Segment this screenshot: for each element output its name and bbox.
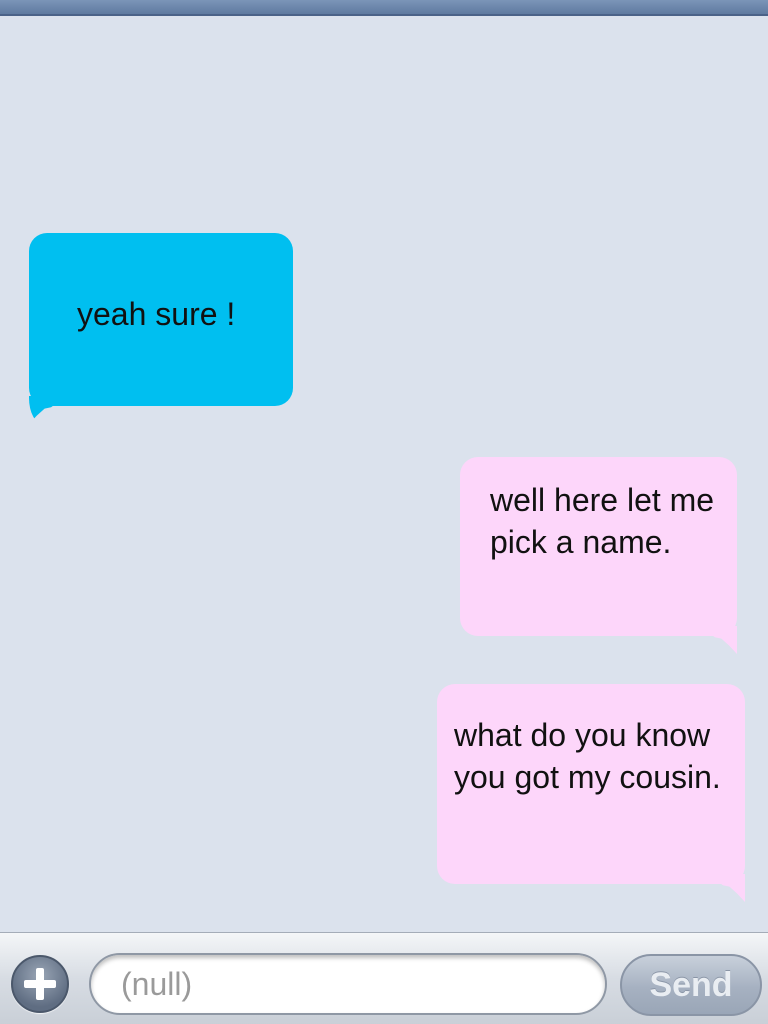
bubble-tail <box>711 626 737 654</box>
incoming-message-bubble[interactable]: yeah sure ! <box>29 233 293 424</box>
messages-screen: yeah sure ! well here let me pick a name… <box>0 0 768 1024</box>
message-text: well here let me pick a name. <box>490 482 715 560</box>
outgoing-message-bubble[interactable]: what do you know you got my cousin. <box>437 684 745 902</box>
send-button[interactable]: Send <box>620 954 762 1016</box>
outgoing-message-bubble[interactable]: well here let me pick a name. <box>460 457 737 654</box>
bubble-tail <box>29 396 55 424</box>
message-input-bar: Send <box>0 932 768 1024</box>
top-bar <box>0 0 768 16</box>
bubble-tail <box>719 874 745 902</box>
add-attachment-button[interactable] <box>11 955 69 1013</box>
message-input[interactable] <box>89 953 607 1015</box>
message-text: yeah sure ! <box>77 296 236 332</box>
message-text: what do you know you got my cousin. <box>454 717 721 795</box>
plus-icon <box>36 968 44 1000</box>
message-thread[interactable]: yeah sure ! well here let me pick a name… <box>0 16 768 932</box>
